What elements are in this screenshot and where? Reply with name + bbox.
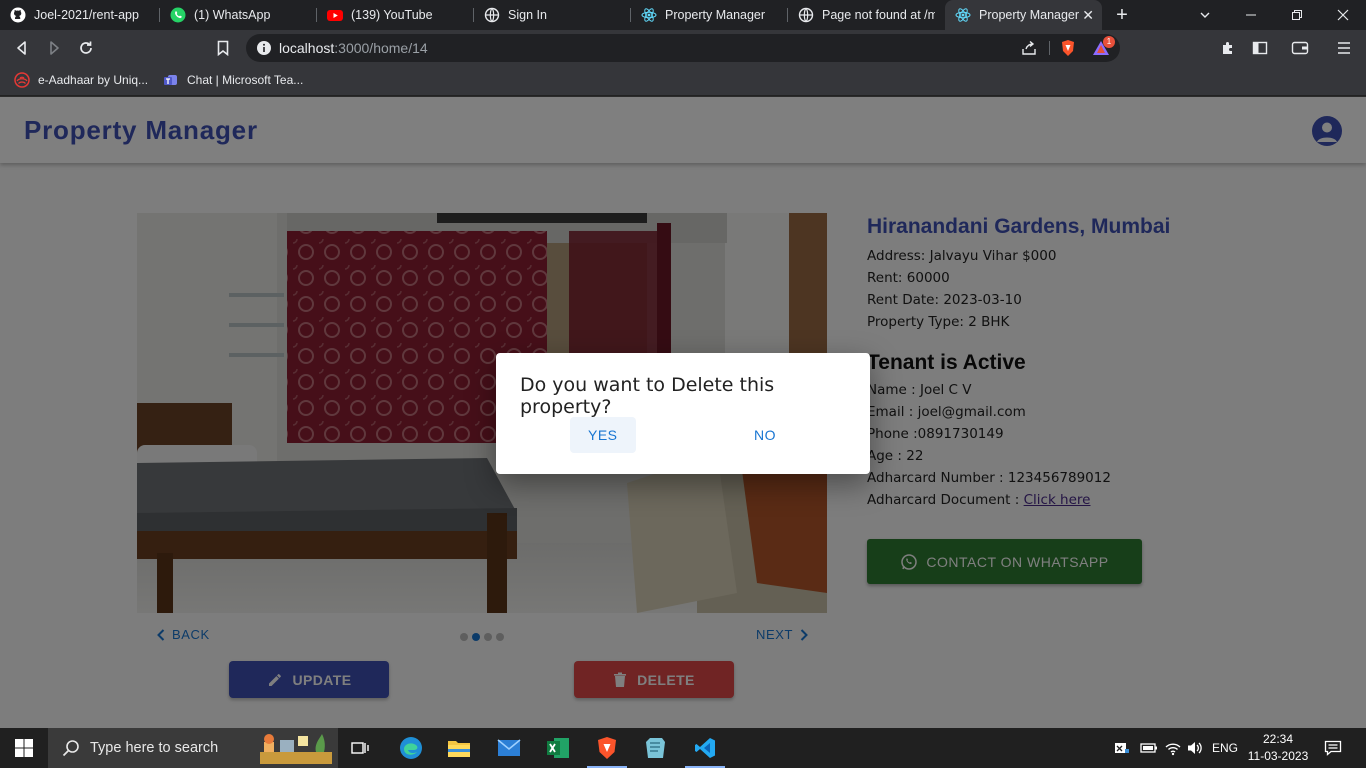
globe-icon (484, 7, 500, 23)
tab-whatsapp[interactable]: (1) WhatsApp (160, 0, 317, 30)
delete-confirm-dialog: Do you want to Delete this property? YES… (496, 353, 870, 474)
file-explorer-icon[interactable] (435, 728, 483, 768)
volume-icon[interactable] (1186, 728, 1204, 768)
vscode-icon[interactable] (681, 728, 729, 768)
tab-youtube[interactable]: (139) YouTube (317, 0, 474, 30)
tab-title: Property Manager (979, 8, 1080, 22)
tab-title: (1) WhatsApp (194, 8, 271, 22)
search-highlight-icon (258, 730, 334, 768)
tab-property-manager[interactable]: Property Manager (631, 0, 788, 30)
brave-shield-icon[interactable] (1060, 39, 1076, 62)
taskbar-search-box[interactable]: Type here to search (48, 728, 338, 768)
tab-sign-in[interactable]: Sign In (474, 0, 631, 30)
tab-title: Property Manager (665, 8, 766, 22)
dialog-yes-button[interactable]: YES (570, 417, 636, 453)
bookmark-teams-chat[interactable]: Chat | Microsoft Tea... (163, 72, 303, 88)
minimize-icon[interactable] (1228, 0, 1274, 30)
aadhaar-icon (14, 72, 30, 88)
clock-date: 11-03-2023 (1247, 749, 1309, 763)
bookmarks-bar: e-Aadhaar by Uniq... Chat | Microsoft Te… (0, 66, 1366, 96)
browser-toolbar: localhost:3000/home/14 1 (0, 30, 1366, 66)
task-view-icon[interactable] (336, 728, 384, 768)
wallet-icon[interactable] (1288, 36, 1312, 60)
excel-icon[interactable] (534, 728, 582, 768)
page-content: Property Manager (0, 97, 1366, 728)
tab-rent-app[interactable]: Joel-2021/rent-app (0, 0, 160, 30)
forward-arrow-icon[interactable] (42, 36, 66, 60)
tab-page-not-found[interactable]: Page not found at /me (788, 0, 945, 30)
dialog-title: Do you want to Delete this property? (520, 374, 775, 418)
site-info-icon[interactable] (256, 40, 272, 61)
tab-title: Joel-2021/rent-app (34, 8, 139, 22)
wifi-icon[interactable] (1164, 728, 1182, 768)
tab-title: Page not found at /me (822, 8, 935, 22)
tab-property-manager-active[interactable]: Property Manager ✕ (945, 0, 1102, 30)
clock[interactable]: 22:34 11-03-2023 (1244, 731, 1312, 765)
search-icon (62, 739, 80, 757)
tab-search-chevron-icon[interactable] (1182, 0, 1228, 30)
teams-icon (163, 72, 179, 88)
bookmark-icon[interactable] (211, 36, 235, 60)
close-window-icon[interactable] (1320, 0, 1366, 30)
react-icon (955, 7, 971, 23)
tab-title: (139) YouTube (351, 8, 433, 22)
rewards-badge: 1 (1103, 36, 1115, 48)
tab-strip: Joel-2021/rent-app (1) WhatsApp (139) Yo… (0, 0, 1366, 30)
mail-icon[interactable] (485, 728, 533, 768)
close-tab-icon[interactable]: ✕ (1082, 7, 1094, 24)
url-text[interactable]: localhost:3000/home/14 (279, 40, 428, 56)
new-tab-button[interactable]: + (1102, 0, 1142, 30)
react-icon (641, 7, 657, 23)
language-indicator[interactable]: ENG (1212, 728, 1238, 768)
windows-taskbar: Type here to search ENG 22:34 11-03-2023 (0, 728, 1366, 768)
tray-nvidia-icon[interactable] (1114, 728, 1130, 768)
edge-icon[interactable] (387, 728, 435, 768)
notepad-icon[interactable] (632, 728, 680, 768)
youtube-icon (327, 7, 343, 23)
bookmark-aadhaar[interactable]: e-Aadhaar by Uniq... (14, 72, 148, 88)
restore-icon[interactable] (1274, 0, 1320, 30)
github-icon (10, 7, 26, 23)
tab-title: Sign In (508, 8, 547, 22)
back-arrow-icon[interactable] (10, 36, 34, 60)
dialog-no-button[interactable]: NO (736, 417, 794, 453)
whatsapp-icon (170, 7, 186, 23)
clock-time: 22:34 (1262, 732, 1294, 746)
extensions-icon[interactable] (1216, 36, 1240, 60)
start-windows-icon[interactable] (0, 728, 48, 768)
reload-icon[interactable] (74, 36, 98, 60)
share-icon[interactable] (1021, 40, 1037, 61)
sidebar-icon[interactable] (1248, 36, 1272, 60)
brave-browser-icon[interactable] (583, 728, 631, 768)
address-bar[interactable]: localhost:3000/home/14 1 (246, 34, 1120, 62)
battery-icon[interactable] (1140, 728, 1158, 768)
menu-icon[interactable] (1332, 36, 1356, 60)
globe-icon (798, 7, 814, 23)
notifications-icon[interactable] (1324, 728, 1342, 768)
